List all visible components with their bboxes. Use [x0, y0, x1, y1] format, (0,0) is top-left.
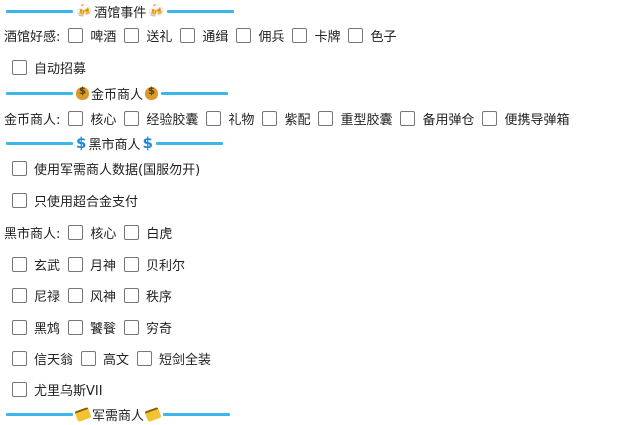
checkbox[interactable]	[68, 319, 84, 335]
checkbox[interactable]	[68, 27, 84, 43]
checkbox[interactable]	[400, 110, 416, 126]
auto-recruit-row: 自动招募	[12, 56, 94, 78]
bm-checkbox-qiongqi[interactable]: 穷奇	[124, 318, 176, 337]
bm-checkbox-dagger-full[interactable]: 短剑全装	[137, 349, 215, 368]
checkbox[interactable]	[12, 381, 27, 397]
checkbox[interactable]	[12, 59, 27, 75]
bm-checkbox-taotie[interactable]: 饕餮	[68, 318, 120, 337]
use-military-data-checkbox[interactable]: 使用军需商人数据(国服勿开)	[12, 159, 204, 178]
card-icon	[144, 406, 162, 422]
auto-recruit-checkbox[interactable]: 自动招募	[12, 58, 90, 77]
alloy-only-checkbox[interactable]: 只使用超合金支付	[12, 191, 142, 210]
dollar-icon: $	[76, 134, 87, 152]
black-market-divider: $ 黑市商人 $	[6, 132, 223, 154]
bm-checkbox-moon-god[interactable]: 月神	[68, 255, 120, 274]
favor-checkbox-wanted[interactable]: 通缉	[180, 26, 232, 45]
checkbox[interactable]	[482, 110, 498, 126]
tavern-favor-label: 酒馆好感:	[4, 29, 61, 45]
gold-checkbox-spare-magazine[interactable]: 备用弹仓	[400, 109, 478, 128]
gold-checkbox-heavy-capsule[interactable]: 重型胶囊	[318, 109, 396, 128]
checkbox[interactable]	[12, 350, 27, 366]
checkbox[interactable]	[124, 110, 140, 126]
checkbox[interactable]	[180, 27, 196, 43]
favor-checkbox-beer[interactable]: 啤酒	[68, 26, 120, 45]
gold-merchant-title: 金币商人	[91, 87, 144, 103]
favor-checkbox-gift[interactable]: 送礼	[124, 26, 176, 45]
gold-merchant-divider: 金币商人	[6, 82, 229, 104]
black-market-row-2: 玄武 月神 贝利尔	[12, 253, 193, 275]
checkbox[interactable]	[124, 319, 140, 335]
black-market-row-3: 尼禄 风神 秩序	[12, 284, 180, 306]
checkbox[interactable]	[124, 224, 140, 240]
checkbox[interactable]	[68, 287, 84, 303]
bm-checkbox-xuanwu[interactable]: 玄武	[12, 255, 64, 274]
money-bag-icon	[76, 86, 89, 100]
bm-checkbox-white-tiger[interactable]: 白虎	[124, 223, 176, 242]
beer-icon: 🍻	[148, 3, 165, 19]
checkbox[interactable]	[124, 287, 140, 303]
bm-checkbox-albatross[interactable]: 信天翁	[12, 349, 77, 368]
gold-checkbox-core[interactable]: 核心	[68, 109, 120, 128]
checkbox[interactable]	[68, 110, 84, 126]
bm-checkbox-order[interactable]: 秩序	[124, 286, 176, 305]
checkbox[interactable]	[68, 224, 84, 240]
checkbox[interactable]	[124, 256, 140, 272]
black-market-row-5: 信天翁 高文 短剑全装	[12, 347, 219, 369]
tavern-favor-row: 酒馆好感: 啤酒 送礼 通缉 佣兵 卡牌 色子	[4, 24, 404, 46]
checkbox[interactable]	[236, 27, 252, 43]
card-icon	[74, 406, 92, 422]
black-market-label: 黑市商人:	[4, 226, 61, 242]
checkbox[interactable]	[12, 319, 27, 335]
checkbox[interactable]	[81, 350, 97, 366]
black-market-row-1: 黑市商人: 核心 白虎	[4, 221, 180, 243]
military-merchant-title: 军需商人	[92, 408, 145, 424]
black-market-title: 黑市商人	[88, 137, 141, 153]
bm-checkbox-core[interactable]: 核心	[68, 223, 120, 242]
checkbox[interactable]	[12, 160, 27, 176]
black-market-row-4: 黑鸩 饕餮 穷奇	[12, 316, 180, 338]
checkbox[interactable]	[68, 256, 84, 272]
use-military-data-row: 使用军需商人数据(国服勿开)	[12, 157, 208, 179]
checkbox[interactable]	[12, 287, 27, 303]
dollar-icon: $	[142, 134, 153, 152]
alloy-only-row: 只使用超合金支付	[12, 189, 146, 211]
checkbox[interactable]	[292, 27, 308, 43]
favor-checkbox-mercenary[interactable]: 佣兵	[236, 26, 288, 45]
tavern-title: 酒馆事件	[94, 5, 147, 21]
gold-merchant-row: 金币商人: 核心 经验胶囊 礼物 紫配 重型胶囊 备用弹仓 便携导弹箱	[4, 107, 578, 129]
checkbox[interactable]	[137, 350, 153, 366]
bm-checkbox-black-zhen[interactable]: 黑鸩	[12, 318, 64, 337]
gold-checkbox-exp-capsule[interactable]: 经验胶囊	[124, 109, 202, 128]
checkbox[interactable]	[318, 110, 334, 126]
bm-checkbox-belial[interactable]: 贝利尔	[124, 255, 189, 274]
favor-checkbox-cards[interactable]: 卡牌	[292, 26, 344, 45]
gold-checkbox-purple-part[interactable]: 紫配	[262, 109, 314, 128]
military-merchant-divider: 军需商人	[6, 403, 231, 425]
money-bag-icon	[145, 86, 159, 100]
checkbox[interactable]	[12, 256, 27, 272]
gold-merchant-label: 金币商人:	[4, 112, 61, 128]
favor-checkbox-dice[interactable]: 色子	[348, 26, 400, 45]
checkbox[interactable]	[124, 27, 140, 43]
beer-icon: 🍻	[76, 3, 93, 19]
bm-checkbox-julius-vii[interactable]: 尤里乌斯VII	[12, 380, 107, 399]
bm-checkbox-nero[interactable]: 尼禄	[12, 286, 64, 305]
bm-checkbox-gawain[interactable]: 高文	[81, 349, 133, 368]
checkbox[interactable]	[206, 110, 222, 126]
checkbox[interactable]	[348, 27, 364, 43]
black-market-row-6: 尤里乌斯VII	[12, 378, 111, 400]
tavern-divider: 🍻 酒馆事件 🍻	[6, 0, 235, 22]
bm-checkbox-wind-god[interactable]: 风神	[68, 286, 120, 305]
gold-checkbox-missile-box[interactable]: 便携导弹箱	[482, 109, 573, 128]
checkbox[interactable]	[262, 110, 278, 126]
gold-checkbox-gift[interactable]: 礼物	[206, 109, 258, 128]
checkbox[interactable]	[12, 192, 27, 208]
